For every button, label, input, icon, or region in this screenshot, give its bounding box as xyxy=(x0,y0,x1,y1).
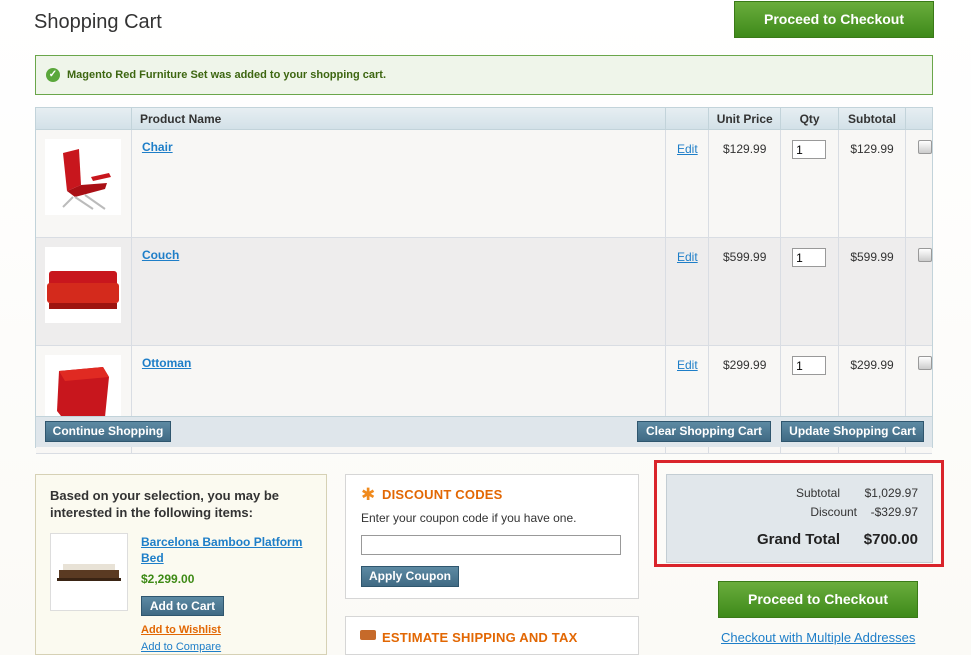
add-to-wishlist-link[interactable]: Add to Wishlist xyxy=(141,624,221,636)
edit-link-couch[interactable]: Edit xyxy=(677,250,698,264)
table-row: Couch Edit $599.99 $599.99 xyxy=(36,237,932,346)
header-unit-price: Unit Price xyxy=(708,108,782,130)
header-image xyxy=(36,108,132,130)
update-cart-button[interactable]: Update Shopping Cart xyxy=(781,421,924,442)
qty-input-ottoman[interactable] xyxy=(792,356,827,375)
remove-item-icon[interactable] xyxy=(918,140,932,154)
product-name-cell: Chair xyxy=(131,129,667,238)
header-qty: Qty xyxy=(780,108,840,130)
continue-shopping-button[interactable]: Continue Shopping xyxy=(45,421,171,442)
page: Shopping Cart Proceed to Checkout ✓ Mage… xyxy=(0,0,971,655)
apply-coupon-button[interactable]: Apply Coupon xyxy=(361,566,459,587)
shipping-title: ESTIMATE SHIPPING AND TAX xyxy=(382,630,578,645)
cart-actions-bar: Continue Shopping Clear Shopping Cart Up… xyxy=(36,416,932,447)
crosssell-price: $2,299.00 xyxy=(141,572,195,586)
header-remove xyxy=(905,108,932,130)
product-name-cell: Couch xyxy=(131,237,667,346)
cart-header-row: Product Name Unit Price Qty Subtotal xyxy=(36,108,932,130)
product-name-link-chair[interactable]: Chair xyxy=(142,140,173,154)
success-message-text: Magento Red Furniture Set was added to y… xyxy=(67,69,387,81)
qty-input-couch[interactable] xyxy=(792,248,827,267)
discount-star-icon: ✱ xyxy=(361,485,376,504)
qty-cell xyxy=(780,237,840,346)
header-edit xyxy=(665,108,710,130)
unit-price-couch: $599.99 xyxy=(708,237,782,346)
edit-cell: Edit xyxy=(665,237,710,346)
page-title: Shopping Cart xyxy=(34,11,162,33)
check-circle-icon: ✓ xyxy=(46,68,60,82)
success-message: ✓ Magento Red Furniture Set was added to… xyxy=(35,55,933,95)
remove-cell xyxy=(905,129,932,238)
crosssell-box: Based on your selection, you may be inte… xyxy=(35,474,327,655)
unit-price-chair: $129.99 xyxy=(708,129,782,238)
header-subtotal: Subtotal xyxy=(838,108,906,130)
remove-item-icon[interactable] xyxy=(918,248,932,262)
coupon-code-input[interactable] xyxy=(361,535,621,555)
edit-link-ottoman[interactable]: Edit xyxy=(677,358,698,372)
couch-image[interactable] xyxy=(45,247,121,323)
proceed-to-checkout-bottom-button[interactable]: Proceed to Checkout xyxy=(718,581,918,618)
checkout-multiple-addresses-link[interactable]: Checkout with Multiple Addresses xyxy=(721,630,915,645)
edit-cell: Edit xyxy=(665,129,710,238)
crosssell-product-image[interactable] xyxy=(50,533,128,611)
qty-input-chair[interactable] xyxy=(792,140,827,159)
add-to-cart-button[interactable]: Add to Cart xyxy=(141,596,224,616)
remove-cell xyxy=(905,237,932,346)
remove-item-icon[interactable] xyxy=(918,356,932,370)
edit-link-chair[interactable]: Edit xyxy=(677,142,698,156)
clear-cart-button[interactable]: Clear Shopping Cart xyxy=(637,421,771,442)
cart-table: Product Name Unit Price Qty Subtotal Cha… xyxy=(35,107,933,454)
qty-cell xyxy=(780,129,840,238)
product-image-cell xyxy=(36,129,132,238)
proceed-to-checkout-top-button[interactable]: Proceed to Checkout xyxy=(734,1,934,38)
discount-title: DISCOUNT CODES xyxy=(382,487,503,502)
chair-image[interactable] xyxy=(45,139,121,215)
crosssell-product-link[interactable]: Barcelona Bamboo Platform Bed xyxy=(141,534,311,566)
product-name-link-ottoman[interactable]: Ottoman xyxy=(142,356,191,370)
discount-codes-box: ✱ DISCOUNT CODES Enter your coupon code … xyxy=(345,474,639,599)
discount-hint: Enter your coupon code if you have one. xyxy=(361,511,577,525)
product-image-cell xyxy=(36,237,132,346)
totals-highlight-box xyxy=(654,460,944,567)
add-to-compare-link[interactable]: Add to Compare xyxy=(141,641,221,653)
product-name-link-couch[interactable]: Couch xyxy=(142,248,179,262)
header-product-name: Product Name xyxy=(131,108,667,130)
estimate-shipping-box: ESTIMATE SHIPPING AND TAX xyxy=(345,616,639,655)
truck-icon xyxy=(360,630,376,640)
subtotal-chair: $129.99 xyxy=(838,129,906,238)
subtotal-couch: $599.99 xyxy=(838,237,906,346)
crosssell-heading: Based on your selection, you may be inte… xyxy=(50,488,280,520)
table-row: Chair Edit $129.99 $129.99 xyxy=(36,129,932,238)
